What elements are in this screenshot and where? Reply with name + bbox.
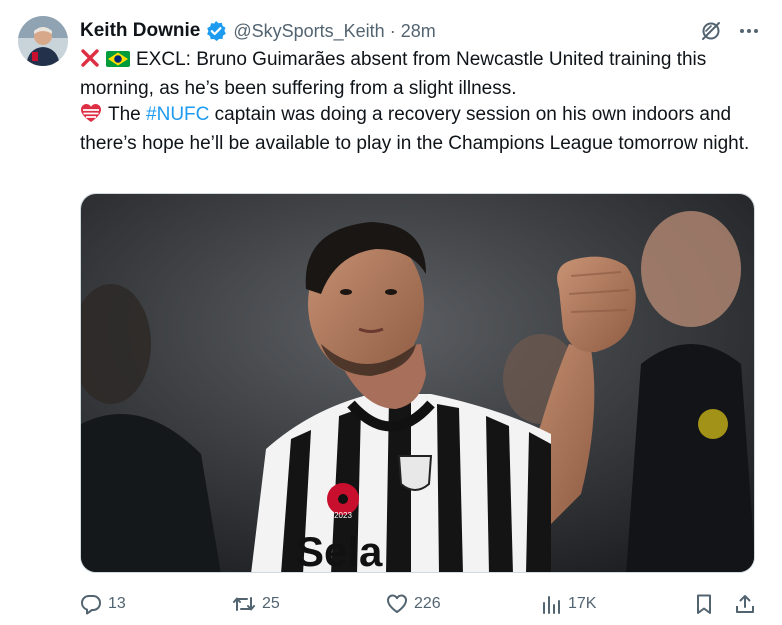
like-count: 226 [414,595,441,612]
author-handle[interactable]: @SkySports_Keith [233,21,384,42]
share-icon [736,595,754,613]
like-button[interactable]: 226 [386,593,441,615]
reply-icon [81,595,101,615]
repost-icon [233,597,255,611]
verified-badge-icon [205,20,227,42]
repost-count: 25 [262,595,280,612]
avatar[interactable] [18,16,68,66]
bookmark-icon [697,594,711,614]
more-icon[interactable] [738,20,760,42]
separator-dot: · [389,20,396,41]
tweet-line-2-pre: The [108,104,147,125]
tweet-header: Keith Downie @SkySports_Keith · 28m [80,16,760,46]
reply-button[interactable]: 13 [80,593,126,615]
post-time[interactable]: 28m [401,21,436,42]
tweet-paragraph-1: EXCL: Bruno Guimarães absent from Newcas… [80,47,760,102]
header-actions [700,20,760,42]
action-bar: 13 25 226 17K [80,588,756,620]
poppy-text: 2023 [334,511,352,520]
views-icon [543,596,560,614]
reply-count: 13 [108,595,126,612]
heart-emoji-icon [80,103,102,131]
like-icon [387,594,407,613]
tweet-text: EXCL: Bruno Guimarães absent from Newcas… [80,47,760,157]
share-button[interactable] [734,593,762,615]
tweet-paragraph-2: The #NUFC captain was doing a recovery s… [80,102,760,157]
tweet-media-image[interactable]: 2023 Sela [80,193,755,573]
repost-button[interactable]: 25 [232,593,280,615]
tweet-line-1: EXCL: Bruno Guimarães absent from Newcas… [80,49,707,99]
player-photo: 2023 Sela [81,194,754,573]
hashtag-link[interactable]: #NUFC [146,104,209,125]
cross-mark-icon [80,48,100,76]
bookmark-button[interactable] [694,593,720,615]
brazil-flag-icon [106,50,130,76]
kit-sponsor-text: Sela [296,528,383,573]
avatar-image [18,16,68,66]
grok-icon[interactable] [700,20,722,42]
views-button[interactable]: 17K [540,593,596,615]
views-count: 17K [568,595,597,612]
author-name[interactable]: Keith Downie [80,20,200,42]
